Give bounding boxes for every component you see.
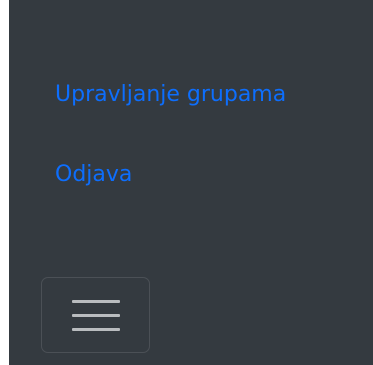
hamburger-bar-top (72, 300, 120, 303)
hamburger-bar-bottom (72, 328, 120, 331)
nav-link-logout[interactable]: Odjava (55, 160, 132, 190)
navbar-toggler-button[interactable] (41, 277, 150, 353)
hamburger-bar-middle (72, 314, 120, 317)
nav-link-manage-groups[interactable]: Upravljanje grupama (55, 80, 286, 110)
hamburger-icon (72, 300, 120, 332)
